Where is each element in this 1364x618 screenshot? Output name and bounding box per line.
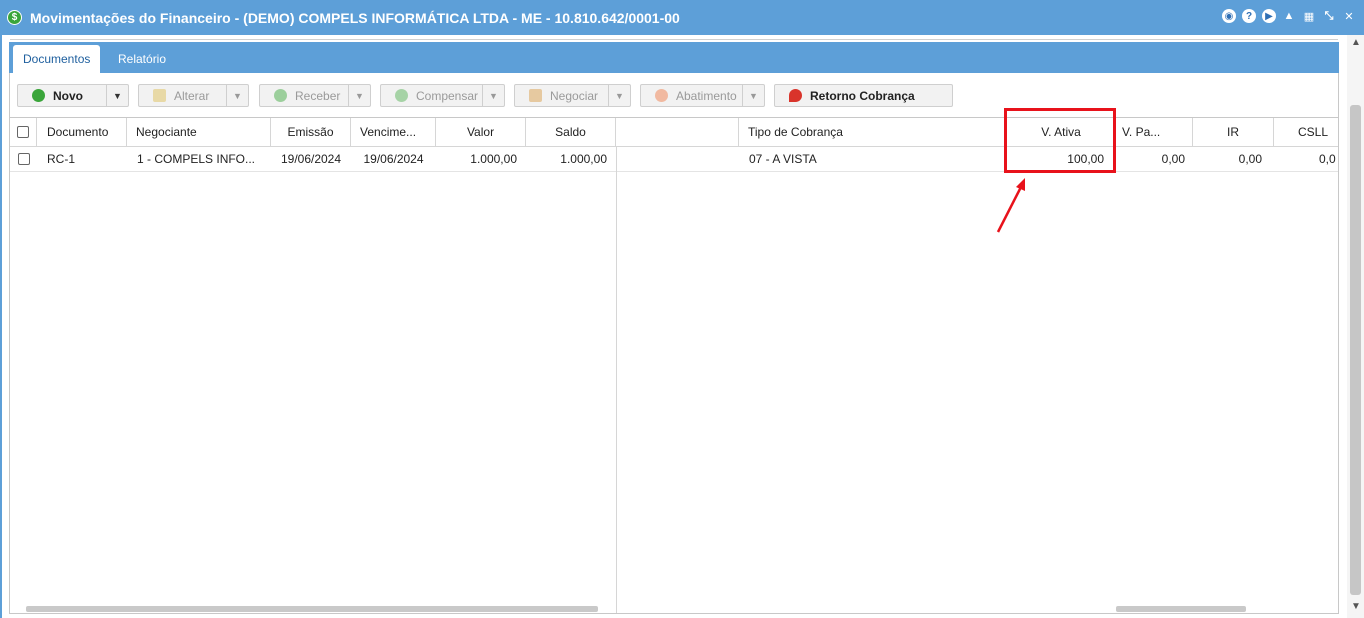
bell-icon[interactable]: ▲ [1282, 9, 1296, 23]
window-titlebar: $ Movimentações do Financeiro - (DEMO) C… [0, 0, 1364, 35]
chevron-down-icon[interactable]: ▼ [742, 85, 764, 106]
cell-negociante[interactable]: 1 - COMPELS INFO... [127, 147, 271, 172]
play-icon[interactable]: ▶ [1262, 9, 1276, 23]
column-header-csll[interactable]: CSLL [1274, 118, 1338, 147]
help-icon[interactable]: ? [1242, 9, 1256, 23]
chevron-down-icon[interactable]: ▼ [106, 85, 128, 106]
tab-bar: Documentos Relatório [9, 42, 1339, 73]
cell-vencimento[interactable]: 19/06/2024 [351, 147, 436, 172]
header-label: Tipo de Cobrança [748, 125, 843, 139]
column-header-documento[interactable]: Documento [37, 118, 127, 147]
header-label: IR [1227, 125, 1239, 139]
column-header-negociante[interactable]: Negociante [127, 118, 271, 147]
column-header-emissao[interactable]: Emissão [271, 118, 351, 147]
cell-blank [617, 147, 739, 172]
tab-label: Relatório [118, 52, 167, 66]
header-label: Documento [47, 125, 109, 139]
header-label: CSLL [1298, 125, 1329, 139]
highlight-box [1004, 108, 1116, 173]
tab-label: Documentos [23, 52, 91, 66]
alterar-label: Alterar [174, 88, 210, 103]
calendar-icon[interactable]: ▦ [1302, 9, 1316, 23]
column-header-v-passiva[interactable]: V. Pa... [1116, 118, 1193, 147]
undo-icon [789, 89, 802, 102]
cell-tipo-cobranca[interactable]: 07 - A VISTA [739, 147, 1007, 172]
dollar-icon: $ [7, 10, 22, 25]
handshake-icon [529, 89, 542, 102]
horizontal-scrollbar-left[interactable] [26, 606, 598, 612]
cell-emissao[interactable]: 19/06/2024 [271, 147, 351, 172]
column-header-valor[interactable]: Valor [436, 118, 526, 147]
add-icon [32, 89, 45, 102]
column-header-saldo[interactable]: Saldo [526, 118, 616, 147]
toolbar: Novo ▼ Alterar ▼ Receber ▼ Compensar ▼ N… [9, 73, 1339, 117]
refresh-icon [655, 89, 668, 102]
negociar-label: Negociar [550, 88, 599, 103]
row-checkbox[interactable] [17, 153, 30, 165]
retorno-cobranca-button[interactable]: Retorno Cobrança [774, 84, 953, 107]
frame-border [0, 35, 2, 618]
receber-label: Receber [295, 88, 341, 103]
window-title: Movimentações do Financeiro - (DEMO) COM… [30, 9, 680, 26]
column-header-blank [616, 118, 739, 147]
row-checkbox-cell [10, 147, 37, 172]
header-label: V. Pa... [1122, 125, 1161, 139]
chevron-down-icon[interactable]: ▼ [608, 85, 630, 106]
compensar-button[interactable]: Compensar ▼ [380, 84, 505, 107]
title-tools: ◉ ? ▶ ▲ ▦ ⤡ ✕ [1222, 9, 1356, 23]
panel-divider [10, 37, 1338, 40]
collapse-icon[interactable]: ⤡ [1322, 9, 1336, 23]
cell-valor[interactable]: 1.000,00 [436, 147, 526, 172]
cell-v-passiva[interactable]: 0,00 [1116, 147, 1193, 172]
receber-button[interactable]: Receber ▼ [259, 84, 371, 107]
header-label: Saldo [555, 125, 586, 139]
tab-relatorio[interactable]: Relatório [108, 45, 176, 73]
close-icon[interactable]: ✕ [1342, 9, 1356, 23]
cell-ir[interactable]: 0,00 [1193, 147, 1274, 172]
chevron-down-icon[interactable]: ▼ [226, 85, 248, 106]
window-body: Documentos Relatório Novo ▼ Alterar ▼ Re… [0, 35, 1364, 618]
tab-documentos[interactable]: Documentos [13, 45, 101, 73]
scroll-thumb[interactable] [1350, 105, 1361, 595]
column-header-tipo-cobranca[interactable]: Tipo de Cobrança [739, 118, 1007, 147]
eye-icon[interactable]: ◉ [1222, 9, 1236, 23]
negociar-button[interactable]: Negociar ▼ [514, 84, 631, 107]
header-label: Valor [466, 125, 495, 139]
header-label: Negociante [136, 125, 197, 139]
cell-saldo[interactable]: 1.000,00 [526, 147, 616, 172]
select-all-cell [10, 118, 37, 147]
edit-icon [153, 89, 166, 102]
horizontal-scrollbar-right[interactable] [1116, 606, 1246, 612]
cell-csll[interactable]: 0,0 [1274, 147, 1338, 172]
chevron-down-icon[interactable]: ▼ [482, 85, 504, 106]
alterar-button[interactable]: Alterar ▼ [138, 84, 249, 107]
scroll-up-icon[interactable]: ▲ [1351, 37, 1361, 48]
select-all-checkbox[interactable] [17, 126, 29, 138]
annotation-arrow-icon [996, 178, 1025, 233]
header-label: Emissão [287, 125, 334, 139]
cell-documento[interactable]: RC-1 [37, 147, 127, 172]
documents-grid: Documento Negociante Emissão Vencime... … [9, 117, 1339, 614]
retorno-label: Retorno Cobrança [810, 88, 915, 103]
header-label: Vencime... [360, 125, 417, 139]
column-header-ir[interactable]: IR [1193, 118, 1274, 147]
novo-button[interactable]: Novo ▼ [17, 84, 129, 107]
coin-icon [395, 89, 408, 102]
column-header-vencimento[interactable]: Vencime... [351, 118, 436, 147]
chevron-down-icon[interactable]: ▼ [348, 85, 370, 106]
grid-splitter[interactable] [616, 147, 617, 613]
abatimento-label: Abatimento [676, 88, 737, 103]
compensar-label: Compensar [416, 88, 479, 103]
vertical-scrollbar[interactable]: ▲ ▼ [1347, 35, 1364, 618]
scroll-down-icon[interactable]: ▼ [1351, 601, 1361, 612]
abatimento-button[interactable]: Abatimento ▼ [640, 84, 765, 107]
money-icon [274, 89, 287, 102]
novo-label: Novo [53, 88, 83, 103]
